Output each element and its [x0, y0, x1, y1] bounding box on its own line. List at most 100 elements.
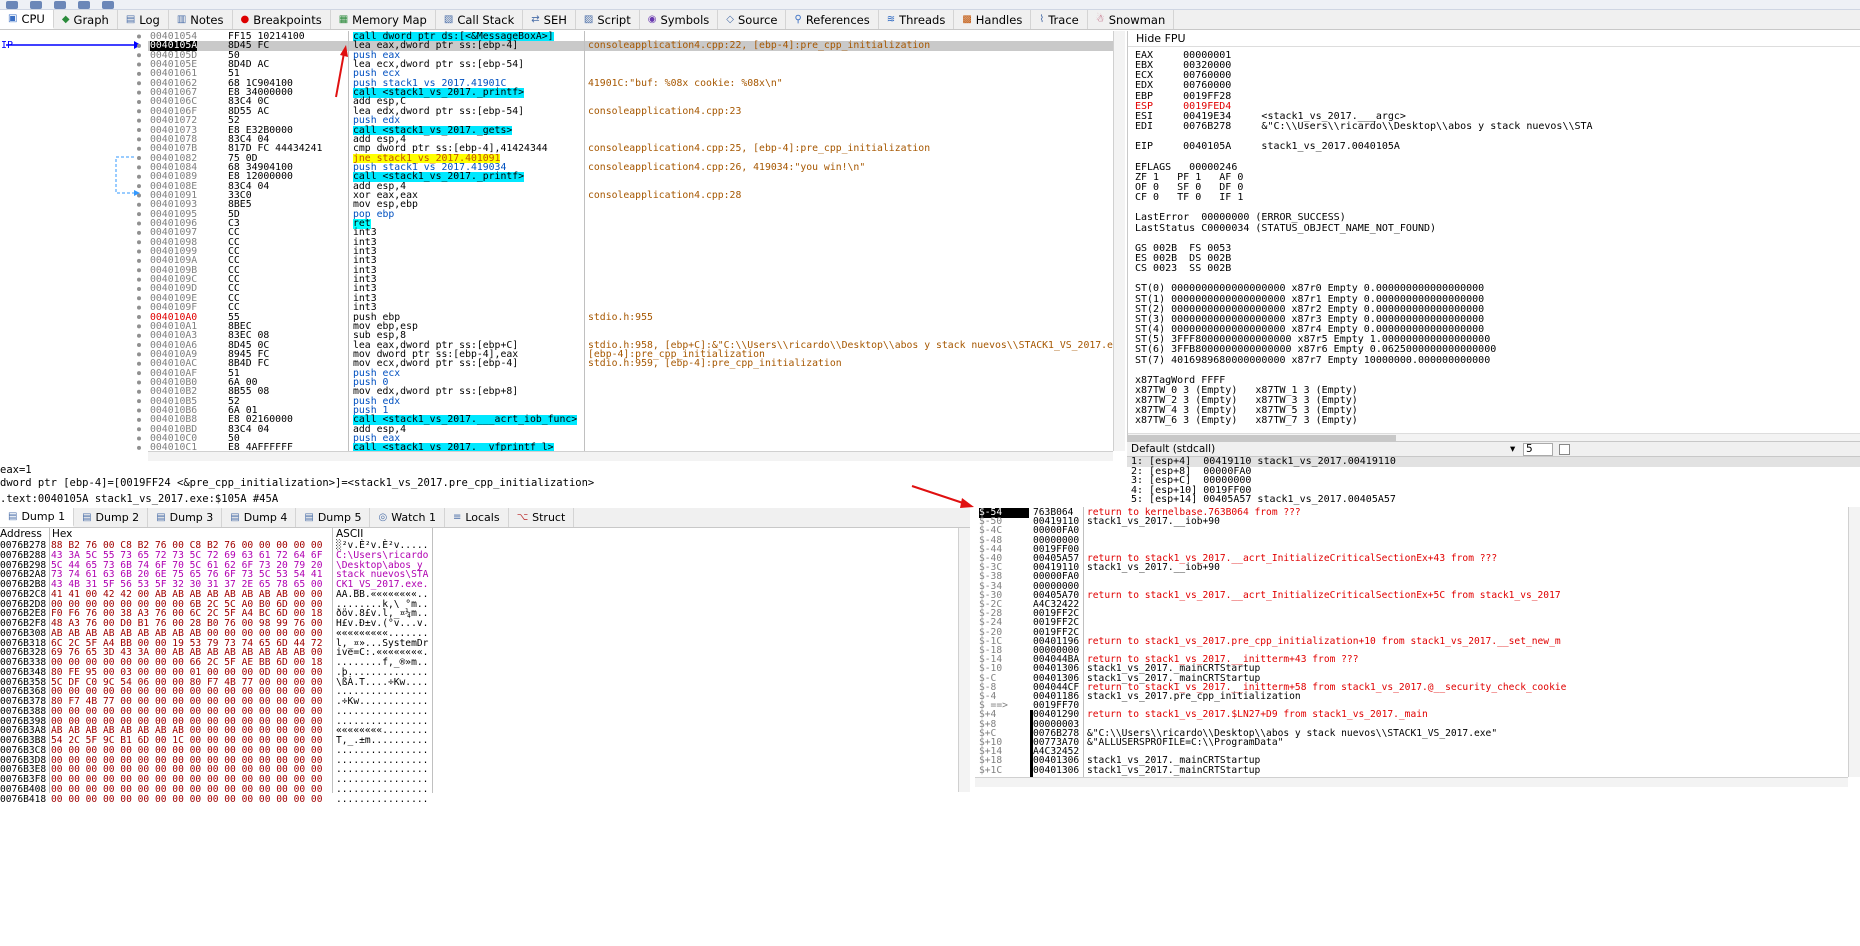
breakpoint-dot[interactable] [137, 156, 141, 161]
breakpoint-dot[interactable] [137, 399, 141, 404]
disasm-row[interactable]: 004010A0 55 push ebp stdio.h:955 [148, 312, 1113, 323]
disasm-row[interactable]: 0040107B 817D FC 44434241 cmp dword ptr ss… [148, 144, 1113, 154]
breakpoint-dot[interactable] [137, 380, 141, 385]
breakpoint-dot[interactable] [137, 146, 141, 151]
disasm-row[interactable]: 00401096 C3 ret [148, 219, 1113, 229]
disasm-row[interactable]: 004010AC 8B4D FC mov ecx,dword ptr ss:[ebp… [148, 359, 1113, 369]
disasm-row[interactable]: 0040106F 8D55 AC lea edx,dword ptr ss:[ebp… [148, 107, 1113, 117]
breakpoint-dot[interactable] [137, 268, 141, 273]
lock-checkbox[interactable] [1559, 444, 1570, 455]
horizontal-scrollbar[interactable] [975, 777, 1848, 787]
breakpoint-dot[interactable] [137, 240, 141, 245]
horizontal-scrollbar[interactable] [148, 451, 1113, 461]
disasm-row[interactable]: 004010B8 E8 02160000 call <stack1_vs_2017.… [148, 415, 1113, 425]
breakpoint-dot[interactable] [137, 315, 141, 319]
breakpoint-dot[interactable] [137, 324, 141, 329]
breakpoint-dot[interactable] [137, 286, 141, 291]
vertical-scrollbar[interactable] [1848, 507, 1860, 777]
registers-hscrollbar[interactable] [1128, 433, 1860, 441]
breakpoint-dot[interactable] [137, 230, 141, 235]
breakpoint-dot[interactable] [137, 71, 141, 76]
argument-row[interactable]: 5: [esp+14] 00405A57 stack1_vs_2017.0040… [1127, 495, 1860, 505]
breakpoint-dot[interactable] [137, 137, 141, 142]
breakpoint-dot[interactable] [137, 174, 141, 179]
tab-threads[interactable]: ≋ Threads [879, 10, 955, 29]
pause-icon[interactable] [54, 1, 66, 9]
tab-seh[interactable]: ⇄ SEH [523, 10, 576, 29]
disasm-row[interactable]: 0040105D 50 push eax [148, 50, 1113, 61]
tab-references[interactable]: ⚲ References [786, 10, 879, 29]
disasm-row[interactable]: 0040105A 8D45 FC lea eax,dword ptr ss:[ebp… [148, 41, 1113, 51]
breakpoint-dot[interactable] [137, 277, 141, 282]
tab-handles[interactable]: ▩ Handles [954, 10, 1032, 29]
disasm-row[interactable]: 004010A1 8BEC mov ebp,esp [148, 322, 1113, 332]
breakpoint-dot[interactable] [137, 343, 141, 348]
tab-graph[interactable]: ◆ Graph [54, 10, 118, 29]
breakpoint-dot[interactable] [137, 109, 141, 114]
tab-dump-2[interactable]: ▤ Dump 2 [74, 508, 149, 527]
disasm-row[interactable]: 00401091 33C0 xor eax,eax consoleapplicatio… [148, 191, 1113, 201]
breakpoint-dot[interactable] [137, 193, 141, 198]
disasm-row[interactable]: 00401099 CC int3 [148, 247, 1113, 257]
run-icon[interactable] [30, 1, 42, 9]
breakpoint-dot[interactable] [137, 296, 141, 301]
disassembly[interactable]: 00401054 FF15 10214100 call dword ptr ds:[… [148, 31, 1113, 451]
tab-struct[interactable]: ⌥ Struct [509, 508, 575, 527]
disasm-row[interactable]: 004010B0 6A 00 push 0 [148, 378, 1113, 388]
tab-source[interactable]: ◇ Source [718, 10, 787, 29]
breakpoint-dot[interactable] [137, 99, 141, 104]
tab-log[interactable]: ▤ Log [118, 10, 169, 29]
tab-locals[interactable]: ≡ Locals [445, 508, 509, 527]
step-over-icon[interactable] [102, 1, 114, 9]
disasm-row[interactable]: 004010BD 83C4 04 add esp,4 [148, 424, 1113, 435]
restart-icon[interactable] [6, 1, 18, 9]
stack-row[interactable]: $+1C 00401306 stack1_vs_2017._mainCRTStart… [975, 765, 1860, 776]
disasm-row[interactable]: 004010B5 52 push edx [148, 396, 1113, 407]
breakpoint-dot[interactable] [137, 212, 141, 217]
breakpoint-dot[interactable] [137, 352, 141, 357]
breakpoint-dot[interactable] [137, 184, 141, 189]
breakpoint-dot[interactable] [137, 389, 141, 394]
tab-notes[interactable]: ▥ Notes [169, 10, 233, 29]
disasm-row[interactable]: 0040109A CC int3 [148, 256, 1113, 266]
tab-watch-1[interactable]: ◎ Watch 1 [370, 508, 445, 527]
breakpoint-dot[interactable] [137, 427, 141, 432]
breakpoint-dot[interactable] [137, 221, 141, 226]
disasm-row[interactable]: 0040109D CC int3 [148, 284, 1113, 294]
breakpoint-dot[interactable] [137, 128, 141, 132]
vertical-scrollbar[interactable] [1113, 31, 1125, 451]
breakpoint-dot[interactable] [137, 408, 141, 413]
tab-cpu[interactable]: ▣ CPU [0, 10, 54, 29]
disasm-row[interactable]: 00401093 8BE5 mov esp,ebp [148, 200, 1113, 210]
dump-row[interactable]: 0076B418 00 00 00 00 00 00 00 00 00 00 00… [0, 794, 440, 805]
disasm-row[interactable]: 00401067 E8 34000000 call <stack1_vs_2017.… [148, 88, 1113, 98]
disasm-row[interactable]: 00401073 E8 E32B0000 call <stack1_vs_2017.… [148, 125, 1113, 136]
disasm-row[interactable]: 0040105E 8D4D AC lea ecx,dword ptr ss:[ebp… [148, 60, 1113, 70]
tab-breakpoints[interactable]: ● Breakpoints [233, 10, 331, 29]
disasm-row[interactable]: 00401089 E8 12000000 call <stack1_vs_2017.… [148, 172, 1113, 182]
breakpoint-dot[interactable] [137, 436, 141, 441]
breakpoint-dot[interactable] [137, 81, 141, 86]
tab-dump-4[interactable]: ▤ Dump 4 [222, 508, 297, 527]
tab-script[interactable]: ▨ Script [576, 10, 640, 29]
breakpoint-dot[interactable] [137, 361, 141, 366]
hide-fpu-button[interactable]: Hide FPU [1128, 31, 1860, 47]
disasm-row[interactable]: 0040109E CC int3 [148, 294, 1113, 304]
breakpoint-dot[interactable] [137, 118, 141, 123]
tab-call-stack[interactable]: ▧ Call Stack [436, 10, 524, 29]
tab-symbols[interactable]: ◉ Symbols [640, 10, 719, 29]
chevron-down-icon[interactable]: ▾ [1510, 442, 1515, 457]
disasm-row[interactable]: 00401095 5D pop ebp [148, 209, 1113, 220]
breakpoint-dot[interactable] [137, 445, 141, 450]
tab-dump-1[interactable]: ▤ Dump 1 [0, 508, 75, 527]
vertical-scrollbar[interactable] [958, 528, 970, 792]
breakpoint-dot[interactable] [137, 305, 141, 310]
breakpoint-dot[interactable] [137, 53, 141, 58]
disasm-row[interactable]: 004010AF 51 push ecx [148, 368, 1113, 379]
tab-trace[interactable]: ⌇ Trace [1031, 10, 1088, 29]
disasm-row[interactable]: 004010B2 8B55 08 mov edx,dword ptr ss:[ebp… [148, 387, 1113, 397]
stack-view[interactable]: $-54 763B064 return to kernelbase.763B064 … [975, 507, 1860, 946]
disasm-row[interactable]: 0040109B CC int3 [148, 266, 1113, 276]
step-into-icon[interactable] [78, 1, 90, 9]
disasm-row[interactable]: 00401098 CC int3 [148, 237, 1113, 248]
